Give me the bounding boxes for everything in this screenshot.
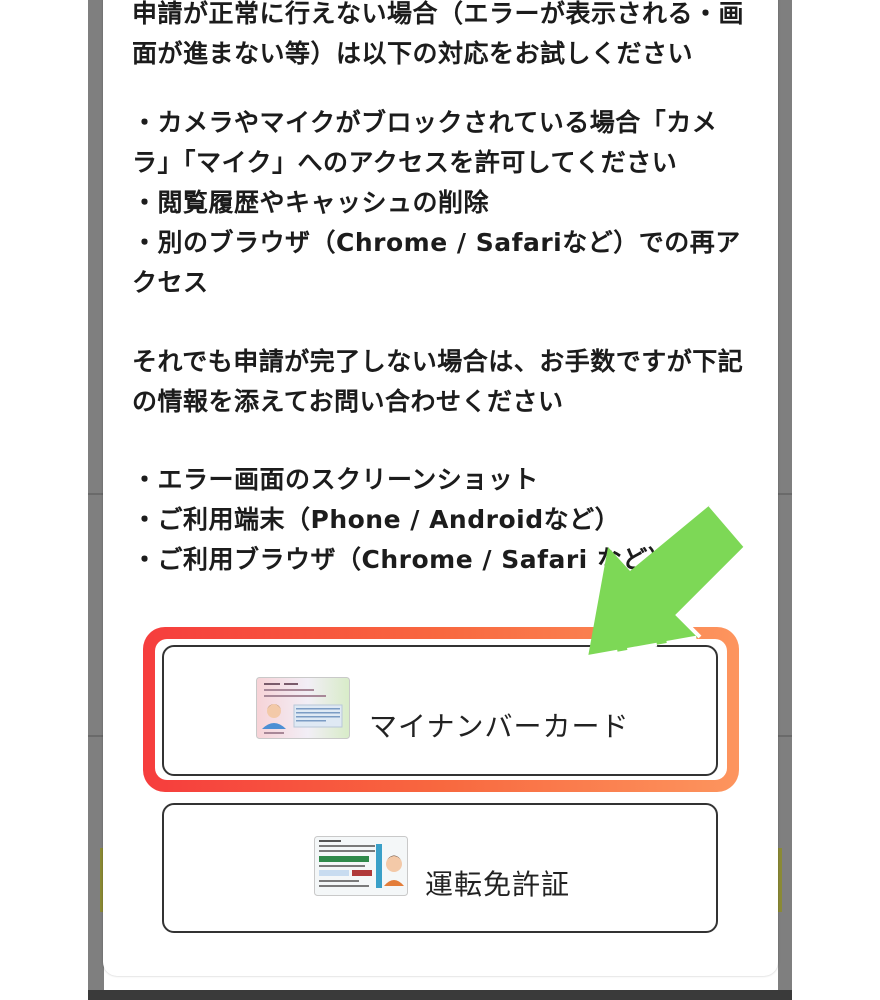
drivers-license-label: 運転免許証 [425, 868, 571, 901]
backdrop-divider [778, 735, 792, 737]
backdrop-accent [778, 848, 782, 912]
backdrop-bottom [88, 990, 792, 1000]
pointer-arrow-icon [587, 503, 749, 659]
my-number-card-icon [256, 677, 350, 739]
my-number-card-label: マイナンバーカード [369, 710, 630, 743]
drivers-license-button[interactable]: 運転免許証 [162, 803, 718, 933]
contact-intro: それでも申請が完了しない場合は、お手数ですが下記 の情報を添えてお問い合わせくだ… [132, 347, 744, 416]
backdrop-divider [88, 493, 104, 495]
backdrop-divider [778, 493, 792, 495]
troubleshooting-steps: ・カメラやマイクがブロックされている場合「カメ ラ」「マイク」へのアクセスを許可… [132, 108, 741, 297]
drivers-license-icon [314, 836, 408, 896]
backdrop-divider [88, 735, 104, 737]
troubleshooting-intro: 申請が正常に行えない場合（エラーが表示される・画 面が進まない等）は以下の対応を… [132, 0, 745, 68]
